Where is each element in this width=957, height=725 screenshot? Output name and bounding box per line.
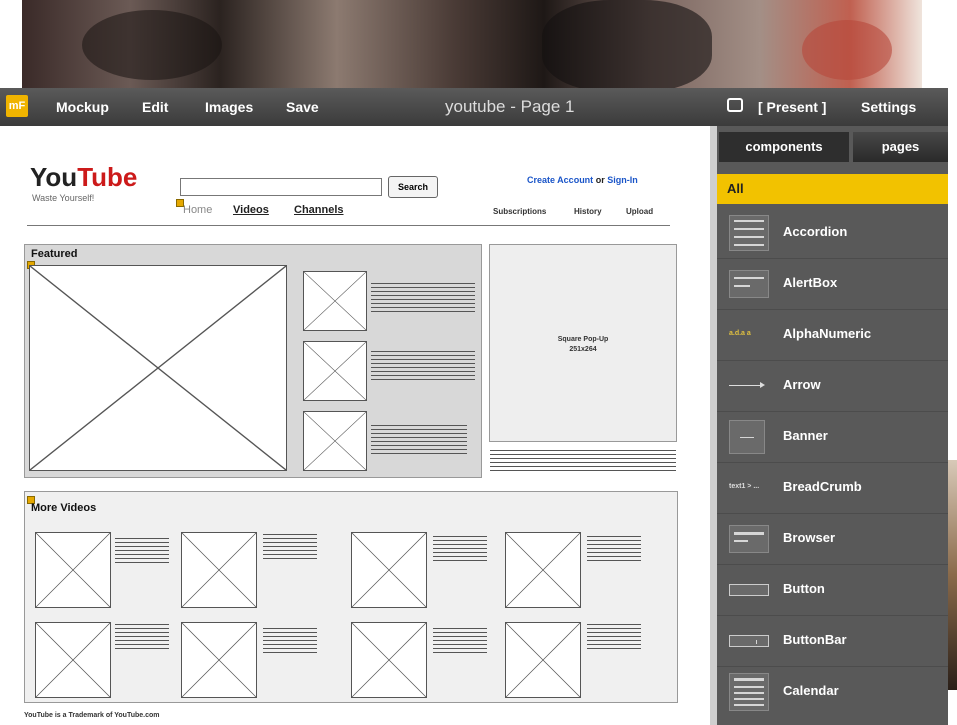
component-breadcrumb[interactable]: text1 > ... BreadCrumb [717, 463, 948, 513]
video-text-lines [371, 425, 467, 457]
component-arrow[interactable]: Arrow [717, 361, 948, 411]
component-accordion[interactable]: Accordion [717, 208, 948, 258]
video-thumbnail[interactable] [303, 271, 367, 331]
accordion-icon [729, 215, 769, 251]
app-window: mF Mockup Edit Images Save youtube - Pag… [0, 88, 948, 725]
video-text-lines [433, 628, 487, 656]
components-sidebar: components pages All Accordion AlertBox … [717, 126, 948, 725]
youtube-logo[interactable]: YouTube [30, 162, 137, 193]
video-thumbnail[interactable] [303, 411, 367, 471]
search-button[interactable]: Search [388, 176, 438, 198]
document-title: youtube - Page 1 [445, 97, 575, 116]
menu-bar: mF Mockup Edit Images Save youtube - Pag… [0, 88, 948, 126]
video-text-lines [263, 534, 317, 562]
footer-text: YouTube is a Trademark of YouTube.com [24, 712, 160, 719]
video-thumbnail[interactable] [181, 532, 257, 608]
mockup-canvas[interactable]: YouTube Waste Yourself! Search Home Vide… [0, 126, 710, 725]
breadcrumb-icon: text1 > ... [729, 483, 760, 490]
video-thumbnail[interactable] [35, 532, 111, 608]
video-thumbnail[interactable] [505, 622, 581, 698]
popup-text-lines [490, 450, 676, 474]
video-text-lines [371, 283, 475, 315]
video-text-lines [263, 628, 317, 656]
more-videos-panel[interactable]: More Videos [24, 491, 678, 703]
nav-channels[interactable]: Channels [294, 204, 344, 216]
banner-icon [729, 420, 765, 454]
featured-video-placeholder[interactable] [29, 265, 287, 471]
sign-in-link[interactable]: Sign-In [607, 175, 638, 185]
component-alertbox[interactable]: AlertBox [717, 259, 948, 309]
component-banner[interactable]: Banner [717, 412, 948, 462]
video-text-lines [115, 624, 169, 652]
button-icon [729, 584, 769, 596]
video-text-lines [115, 538, 169, 566]
search-input[interactable] [180, 178, 382, 196]
category-filter-all[interactable]: All [717, 174, 948, 204]
tagline: Waste Yourself! [32, 193, 95, 203]
component-alphanumeric[interactable]: a.d.a a AlphaNumeric [717, 310, 948, 360]
present-button[interactable]: [ Present ] [758, 99, 826, 115]
square-popup-ad[interactable]: Square Pop-Up 251x264 [489, 244, 677, 442]
background-photo [22, 0, 922, 92]
video-thumbnail[interactable] [303, 341, 367, 401]
app-logo[interactable]: mF [6, 95, 28, 117]
component-button[interactable]: Button [717, 565, 948, 615]
video-thumbnail[interactable] [505, 532, 581, 608]
video-thumbnail[interactable] [351, 622, 427, 698]
subscriptions-link[interactable]: Subscriptions [493, 207, 546, 216]
video-thumbnail[interactable] [181, 622, 257, 698]
featured-panel[interactable]: Featured [24, 244, 482, 478]
tab-components[interactable]: components [719, 132, 849, 162]
tab-pages[interactable]: pages [853, 132, 948, 162]
video-text-lines [371, 351, 475, 383]
nav-home[interactable]: Home [183, 204, 212, 216]
video-text-lines [433, 536, 487, 564]
browser-icon [729, 525, 769, 553]
menu-mockup[interactable]: Mockup [56, 99, 109, 115]
buttonbar-icon [729, 635, 769, 647]
video-thumbnail[interactable] [351, 532, 427, 608]
nav-videos[interactable]: Videos [233, 204, 269, 216]
create-account-link[interactable]: Create Account [527, 175, 593, 185]
video-text-lines [587, 536, 641, 564]
more-videos-title: More Videos [31, 502, 97, 514]
video-text-lines [587, 624, 641, 652]
menu-edit[interactable]: Edit [142, 99, 168, 115]
component-browser[interactable]: Browser [717, 514, 948, 564]
popup-label: Square Pop-Up 251x264 [557, 336, 609, 353]
history-link[interactable]: History [574, 207, 602, 216]
menu-images[interactable]: Images [205, 99, 253, 115]
video-thumbnail[interactable] [35, 622, 111, 698]
alertbox-icon [729, 270, 769, 298]
present-icon[interactable] [727, 98, 743, 112]
upload-link[interactable]: Upload [626, 207, 653, 216]
featured-title: Featured [31, 248, 78, 260]
account-links: Create Account or Sign-In [527, 175, 638, 185]
alphanumeric-icon: a.d.a a [729, 330, 751, 337]
component-calendar[interactable]: Calendar [717, 667, 948, 717]
calendar-icon [729, 673, 769, 711]
arrow-icon [729, 382, 765, 388]
menu-save[interactable]: Save [286, 99, 319, 115]
header-divider [27, 225, 670, 226]
settings-menu[interactable]: Settings [861, 99, 916, 115]
or-text: or [595, 175, 605, 185]
component-buttonbar[interactable]: ButtonBar [717, 616, 948, 666]
